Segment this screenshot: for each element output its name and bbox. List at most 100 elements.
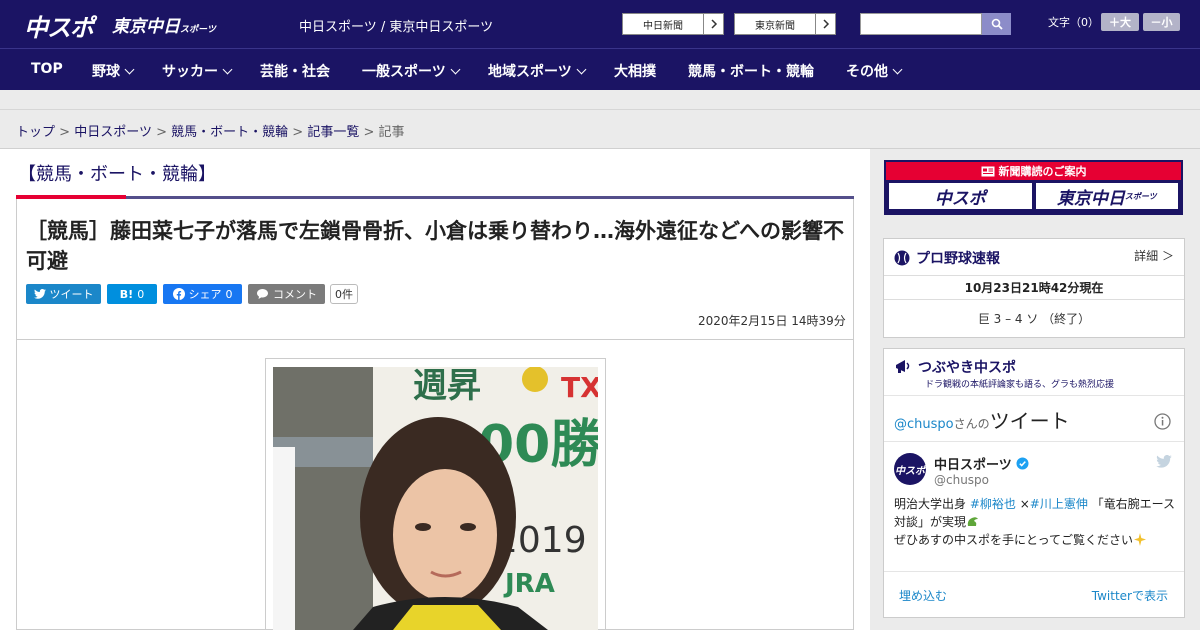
tokyo-shimbun-link[interactable]: 東京新聞 (734, 13, 836, 35)
breadcrumb-racing[interactable]: 競馬・ボート・競輪 (171, 125, 288, 140)
nav-item-top[interactable]: TOP (31, 61, 63, 77)
search-button[interactable] (982, 13, 1011, 35)
nav-item-sumo[interactable]: 大相撲 (614, 61, 656, 81)
tweet-account-handle: @chuspo (934, 473, 990, 487)
tweet-hashtag[interactable]: #川上憲伸 (1030, 497, 1088, 511)
chevron-right-icon (703, 14, 723, 34)
tweets-title: つぶやき中スポ (918, 360, 1016, 376)
facebook-share-button[interactable]: シェア 0 (163, 284, 242, 304)
font-size-label: 文字（0） (1048, 16, 1099, 29)
tweet-button[interactable]: ツイート (26, 284, 101, 304)
baseball-title: プロ野球速報 (916, 251, 1000, 267)
chevron-down-icon (576, 64, 587, 74)
nav-item-general-sports[interactable]: 一般スポーツ (362, 61, 461, 81)
divider (884, 441, 1184, 442)
breadcrumb-chunichi-sports[interactable]: 中日スポーツ (74, 125, 152, 140)
baseball-score[interactable]: 巨 3 – 4 ソ （終了） (884, 310, 1184, 327)
chevron-down-icon (892, 64, 903, 74)
comment-label: コメント (273, 288, 317, 301)
chevron-right-icon (815, 14, 835, 34)
info-icon[interactable] (1154, 413, 1171, 430)
article-photo[interactable]: 週昇 TX 00勝 2019 JRA (273, 367, 598, 630)
jockey-photo: 週昇 TX 00勝 2019 JRA (273, 367, 598, 630)
nav-label: 野球 (92, 64, 120, 80)
divider (16, 339, 854, 340)
nav-label: 大相撲 (614, 64, 656, 80)
tweet-text-part: ぜひあすの中スポを手にとってご覧ください (894, 533, 1134, 547)
tweet-hashtag[interactable]: #柳裕也 (970, 497, 1016, 511)
tweet-line-3: ぜひあすの中スポを手にとってご覧ください (894, 531, 1176, 549)
chevron-down-icon (450, 64, 461, 74)
sparkles-emoji-icon (1134, 533, 1147, 546)
twitter-bird-icon[interactable] (1156, 455, 1172, 468)
tweet-label: ツイート (49, 288, 94, 301)
avatar[interactable]: 中スポ (894, 453, 926, 485)
timeline-handle-link[interactable]: @chuspo (894, 417, 954, 432)
site-names[interactable]: 中日スポーツ / 東京中日スポーツ (299, 16, 493, 35)
nav-item-baseball[interactable]: 野球 (92, 61, 135, 81)
divider (884, 395, 1184, 396)
view-on-twitter-link[interactable]: Twitterで表示 (1092, 587, 1168, 604)
subscription-chuspo-logo[interactable]: 中スポ (889, 183, 1032, 209)
tweet-text: 明治大学出身 #柳裕也 ×#川上憲伸 「竜右腕エース 対談」が実現 ぜひあすの中… (894, 495, 1176, 549)
breadcrumb-current: 記事 (378, 125, 405, 140)
tweets-subtitle: ドラ観戦の本紙評論家も語る、グラも熱烈応援 (925, 380, 1115, 390)
hatena-bookmark-button[interactable]: B! 0 (107, 284, 157, 304)
tweet-text-part: 「竜右腕エース (1087, 497, 1176, 511)
tokyo-logo-text: 東京中日 (112, 17, 180, 37)
article-date: 2020年2月15日 14時39分 (698, 314, 846, 328)
sign-text-top: 週昇 (413, 367, 481, 406)
speech-bubble-icon (257, 289, 268, 299)
tweet-text-part: × (1015, 497, 1030, 511)
subscription-tokyo-logo[interactable]: 東京中日 スポーツ (1035, 183, 1178, 209)
breadcrumb-sep: > (59, 125, 71, 140)
tweet-line-2: 対談」が実現 (894, 513, 1176, 531)
breadcrumb-article-list[interactable]: 記事一覧 (307, 125, 359, 140)
hatena-count: 0 (137, 287, 145, 301)
chevron-down-icon (124, 64, 135, 74)
baseball-icon (894, 250, 910, 266)
embed-link[interactable]: 埋め込む (899, 587, 947, 604)
subscription-banner[interactable]: 新聞購読のご案内 中スポ 東京中日 スポーツ (884, 160, 1183, 215)
font-larger-button[interactable]: ＋大 (1101, 13, 1139, 31)
nav-item-racing[interactable]: 競馬・ボート・競輪 (688, 61, 814, 81)
category-heading: 【競馬・ボート・競輪】 (18, 164, 216, 185)
newspaper-icon (981, 166, 994, 176)
subscription-title: 新聞購読のご案内 (998, 165, 1087, 178)
tokyo-chunichi-logo[interactable]: 東京中日スポーツ (112, 12, 216, 37)
timeline-header: @chuspo さんの ツイート (894, 405, 1070, 434)
subscription-title-bar: 新聞購読のご案内 (886, 162, 1181, 180)
nav-label: 地域スポーツ (488, 64, 572, 80)
baseball-score-box: プロ野球速報 詳細 ＞ 10月23日21時42分現在 巨 3 – 4 ソ （終了… (883, 238, 1185, 338)
facebook-icon (172, 288, 185, 300)
site-header: 中スポ 東京中日スポーツ 中日スポーツ / 東京中日スポーツ 中日新聞 東京新聞… (0, 0, 1200, 48)
sign-text-jra: JRA (503, 569, 555, 599)
chevron-down-icon (222, 64, 233, 74)
tweet-account-row[interactable]: 中日スポーツ (934, 454, 1029, 473)
breadcrumb-top[interactable]: トップ (16, 125, 55, 140)
subscription-logos: 中スポ 東京中日 スポーツ (886, 180, 1181, 212)
search-icon (991, 18, 1003, 30)
baseball-detail-link[interactable]: 詳細 ＞ (1134, 247, 1174, 264)
comment-button[interactable]: コメント (248, 284, 325, 304)
breadcrumb-sep: > (363, 125, 375, 140)
font-smaller-button[interactable]: －小 (1143, 13, 1180, 31)
sign-text-tx: TX (561, 371, 598, 404)
nav-item-entertainment[interactable]: 芸能・社会 (260, 61, 330, 81)
nav-label: その他 (846, 64, 888, 80)
comment-count: 0件 (330, 284, 358, 304)
nav-label: TOP (31, 61, 63, 77)
chuspo-logo[interactable]: 中スポ (24, 8, 94, 43)
tweet-line-1: 明治大学出身 #柳裕也 ×#川上憲伸 「竜右腕エース (894, 495, 1176, 513)
article-title: ［競馬］藤田菜七子が落馬で左鎖骨骨折、小倉は乗り替わり…海外遠征などへの影響不可… (26, 219, 844, 273)
chunichi-shimbun-link[interactable]: 中日新聞 (622, 13, 724, 35)
nav-item-soccer[interactable]: サッカー (162, 61, 233, 81)
nav-label: サッカー (162, 64, 218, 80)
nav-item-others[interactable]: その他 (846, 61, 903, 81)
tokyo-logo-sub: スポーツ (180, 25, 216, 35)
nav-label: 一般スポーツ (362, 64, 446, 80)
nav-item-local-sports[interactable]: 地域スポーツ (488, 61, 587, 81)
divider (884, 275, 1184, 276)
search-input[interactable] (860, 13, 982, 35)
facebook-label: シェア (188, 288, 222, 301)
